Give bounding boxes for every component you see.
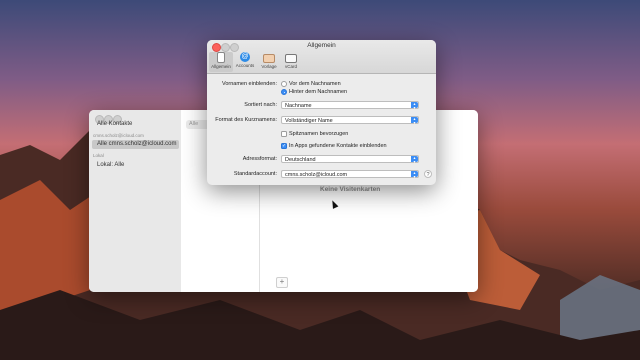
chevron-updown-icon: ▴ ▾	[411, 171, 418, 179]
at-icon: @	[240, 52, 250, 62]
short-name-label: Format des Kurznamens:	[215, 117, 277, 123]
window-title: Allgemein	[307, 42, 336, 49]
sidebar-item-local-all[interactable]: Lokal: Alle	[97, 162, 124, 168]
first-name-label: Vornamen einblenden:	[221, 81, 277, 87]
default-account-select[interactable]: cmns.scholz@icloud.com ▴ ▾	[281, 170, 419, 179]
short-name-value: Vollständiger Name	[285, 118, 333, 124]
add-button[interactable]: +	[276, 277, 288, 288]
option-after-last-name: Hinter dem Nachnamen	[289, 89, 348, 95]
radio-after-last-name[interactable]	[281, 89, 287, 95]
vcard-icon	[285, 54, 297, 63]
tab-label: Vorlage	[261, 64, 277, 69]
chevron-updown-icon: ▴ ▾	[411, 117, 418, 125]
show-found-contacts-checkbox[interactable]: ✓	[281, 143, 287, 149]
chevron-updown-icon: ▴ ▾	[411, 156, 418, 164]
sidebar-item-icloud-all[interactable]: Alle cmns.scholz@icloud.com	[97, 141, 176, 147]
preferences-toolbar: Allgemein Allgemein @ Accounts Vorlage v…	[207, 40, 436, 74]
radio-before-last-name[interactable]	[281, 81, 287, 87]
tab-vcard[interactable]: vCard	[279, 52, 303, 72]
default-account-value: cmns.scholz@icloud.com	[285, 172, 348, 178]
short-name-select[interactable]: Vollständiger Name ▴ ▾	[281, 116, 419, 125]
prefer-nicknames-label: Spitznamen bevorzugen	[289, 131, 349, 137]
option-before-last-name: Vor dem Nachnamen	[289, 81, 341, 87]
address-format-value: Deutschland	[285, 157, 316, 163]
template-icon	[263, 54, 275, 63]
address-format-label: Adressformat:	[242, 156, 277, 162]
tab-allgemein[interactable]: Allgemein	[209, 52, 233, 72]
sidebar-header-local: Lokal	[93, 153, 104, 158]
contacts-sidebar: Alle Kontakte cmns.scholz@icloud.com All…	[89, 110, 182, 292]
tab-label: Accounts	[235, 63, 255, 68]
address-format-select[interactable]: Deutschland ▴ ▾	[281, 155, 419, 164]
tab-label: Allgemein	[211, 64, 231, 69]
sort-by-label: Sortiert nach:	[244, 102, 277, 108]
prefer-nicknames-checkbox[interactable]	[281, 131, 287, 137]
show-found-contacts-label: In Apps gefundene Kontakte einblenden	[289, 143, 387, 149]
tab-vorlage[interactable]: Vorlage	[257, 52, 281, 72]
sort-by-value: Nachname	[285, 103, 312, 109]
empty-message: Keine Visitenkarten	[320, 186, 381, 193]
tab-accounts[interactable]: @ Accounts	[233, 52, 257, 72]
general-icon	[217, 52, 225, 63]
default-account-label: Standardaccount:	[233, 171, 277, 177]
sort-by-select[interactable]: Nachname ▴ ▾	[281, 101, 419, 110]
tab-label: vCard	[284, 64, 297, 69]
sidebar-header-icloud: cmns.scholz@icloud.com	[93, 133, 144, 138]
preferences-window: Allgemein Allgemein @ Accounts Vorlage v…	[207, 40, 436, 185]
chevron-updown-icon: ▴ ▾	[411, 102, 418, 110]
help-button[interactable]: ?	[424, 170, 432, 178]
sidebar-item-all-contacts[interactable]: Alle Kontakte	[97, 121, 132, 127]
